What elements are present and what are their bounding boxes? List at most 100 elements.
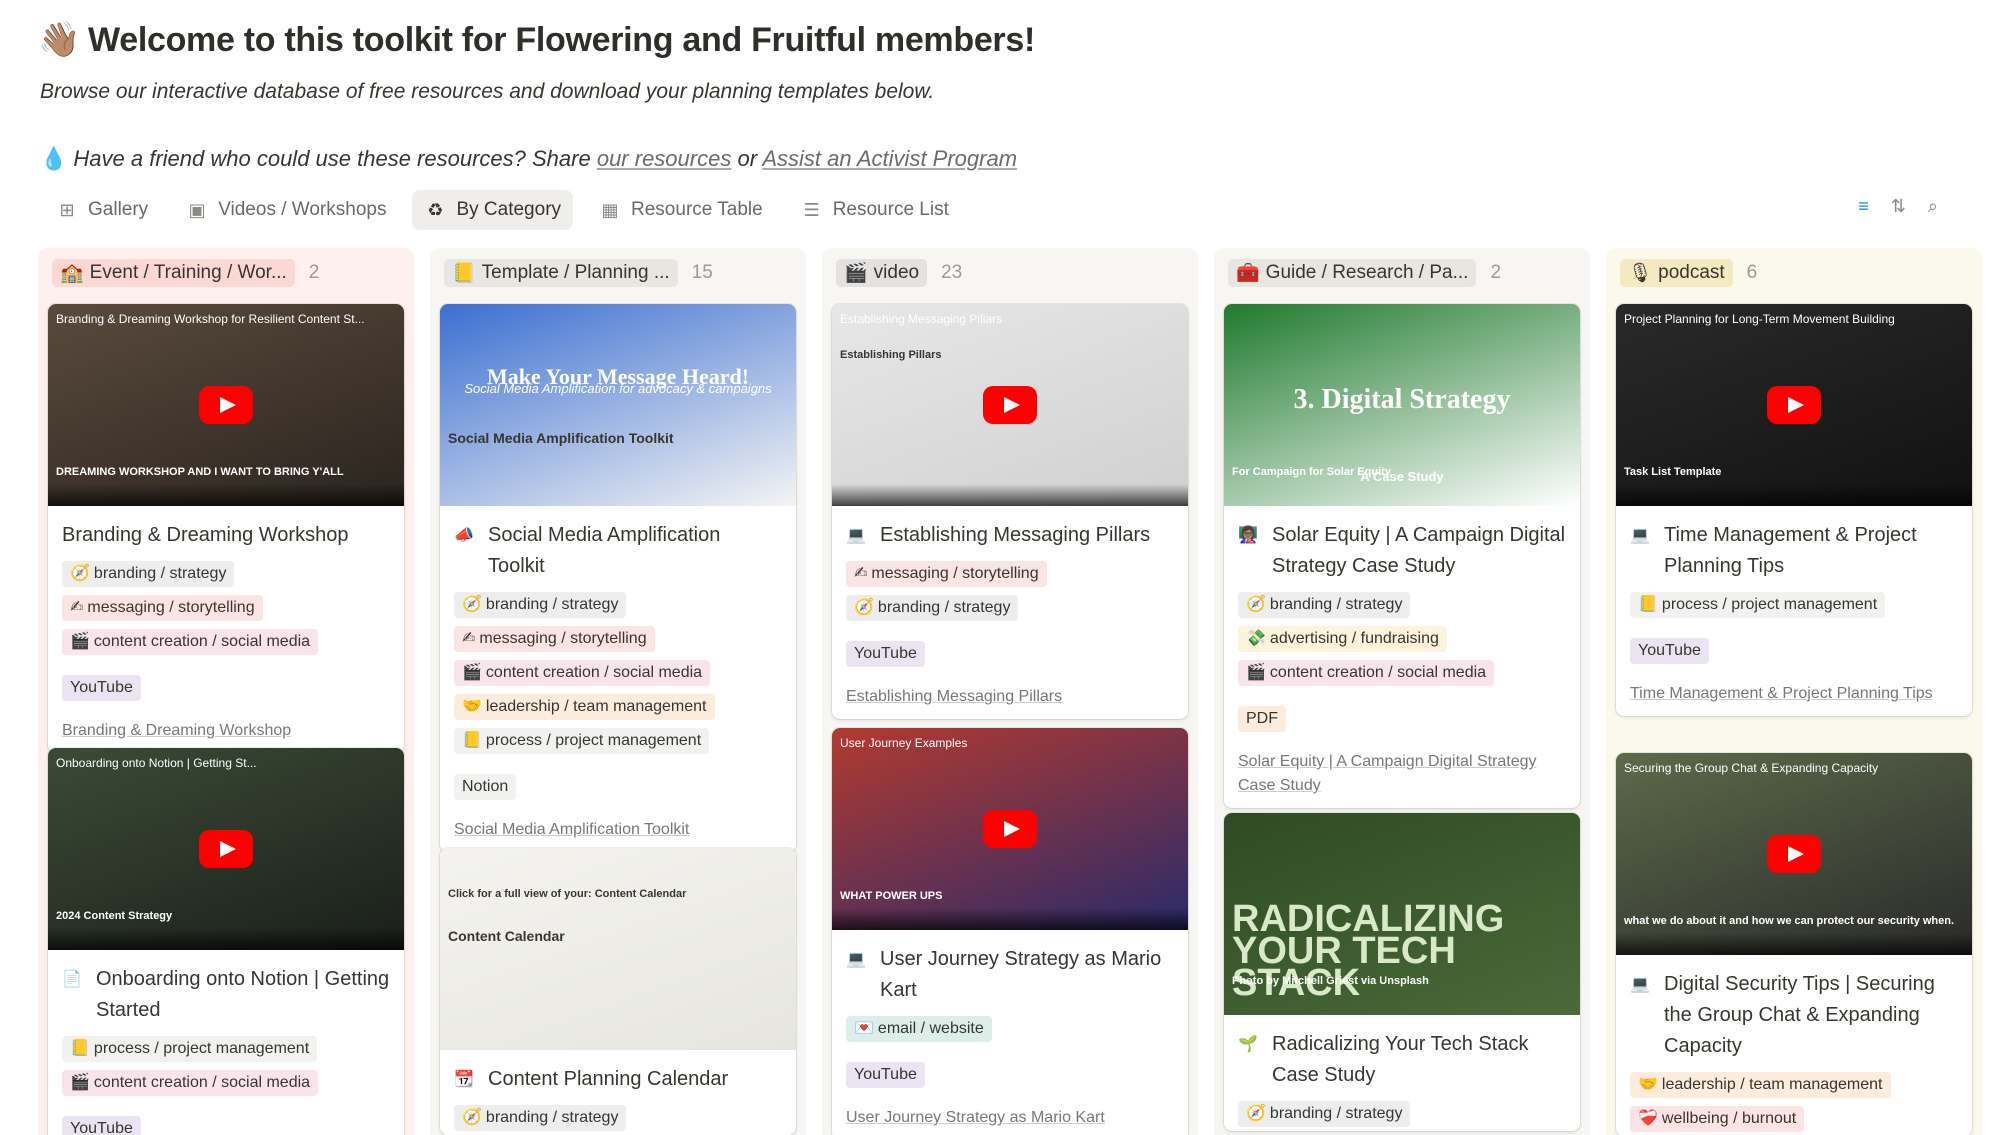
thumbnail-caption: DREAMING WORKSHOP AND I WANT TO BRING Y'…: [56, 466, 344, 478]
category-tag: 📒 process / project management: [454, 728, 710, 754]
tab-by-category[interactable]: ♻ By Category: [412, 190, 574, 230]
play-button-icon[interactable]: [199, 386, 253, 424]
share-mid: or: [731, 146, 763, 171]
thumbnail-subtitle: Social Media Amplification for advocacy …: [464, 381, 772, 396]
tab-resource-table[interactable]: ▦ Resource Table: [587, 190, 775, 230]
thumbnail-title: User Journey Examples: [840, 736, 968, 750]
card-link-text[interactable]: Establishing Messaging Pillars: [832, 671, 1188, 719]
card-tags: ✍ messaging / storytelling 🧭 branding / str…: [832, 557, 1188, 671]
tag-label: messaging / storytelling: [871, 565, 1039, 582]
category-tag: ✍ messaging / storytelling: [62, 595, 263, 621]
column-header[interactable]: 🎬 video 23: [822, 248, 1198, 298]
tag-label: branding / strategy: [485, 1109, 619, 1126]
wave-icon: 👋🏽: [38, 21, 81, 59]
video-controls: [1616, 933, 1972, 955]
resource-card[interactable]: Securing the Group Chat & Expanding Capa…: [1616, 753, 1972, 1135]
column-label-text: Guide / Research / Pa...: [1265, 262, 1469, 283]
card-title[interactable]: 💻 Time Management & Project Planning Tips: [1616, 506, 1972, 588]
card-title[interactable]: 🌱 Radicalizing Your Tech Stack Case Study: [1224, 1015, 1580, 1097]
resource-card[interactable]: RADICALIZING YOUR TECH STACK Photo by Mit…: [1224, 813, 1580, 1131]
thumbnail-subtitle: A Case Study: [1360, 469, 1444, 484]
card-link-text[interactable]: Time Management & Project Planning Tips: [1616, 668, 1972, 716]
page-title-text: Welcome to this toolkit for Flowering an…: [88, 20, 1035, 59]
sort-icon[interactable]: ⇅: [1891, 196, 1906, 217]
droplet-icon: 💧: [40, 146, 68, 171]
play-button-icon[interactable]: [1767, 386, 1821, 424]
play-button-icon[interactable]: [983, 386, 1037, 424]
card-thumbnail: Establishing Messaging Pillars Establishi…: [832, 304, 1188, 506]
card-link-text[interactable]: Social Media Amplification Toolkit: [440, 804, 796, 852]
card-title-text: Radicalizing Your Tech Stack Case Study: [1272, 1033, 1529, 1086]
resource-card[interactable]: Branding & Dreaming Workshop for Resilie…: [48, 304, 404, 753]
resource-card[interactable]: Establishing Messaging Pillars Establishi…: [832, 304, 1188, 719]
resource-card[interactable]: Content Calendar Click for a full view of…: [440, 848, 796, 1135]
tag-icon: 🎬: [70, 633, 90, 650]
column-header[interactable]: 🎙 podcast 6: [1606, 248, 1982, 298]
card-title[interactable]: 💻 User Journey Strategy as Mario Kart: [832, 930, 1188, 1012]
play-button-icon[interactable]: [983, 810, 1037, 848]
card-link-text[interactable]: Solar Equity | A Campaign Digital Strate…: [1224, 736, 1580, 808]
card-title[interactable]: 📄 Onboarding onto Notion | Getting Starte…: [48, 950, 404, 1032]
card-title[interactable]: Branding & Dreaming Workshop: [48, 506, 404, 557]
category-tag: ✍ messaging / storytelling: [846, 561, 1047, 587]
card-link-text[interactable]: User Journey Strategy as Mario Kart: [832, 1092, 1188, 1135]
resource-type-tag: YouTube: [846, 1062, 925, 1088]
our-resources-link[interactable]: our resources: [597, 146, 732, 171]
thumbnail-caption: what we do about it and how we can prote…: [1624, 915, 1955, 927]
page-icon: 📄: [62, 971, 82, 988]
category-tag: 🎬 content creation / social media: [62, 1070, 319, 1096]
page-icon: 💻: [1630, 527, 1650, 544]
card-tags: 🧭 branding / strategy ✍ messaging / storyte…: [440, 588, 796, 804]
resource-card[interactable]: Project Planning for Long-Term Movement …: [1616, 304, 1972, 716]
tag-icon: 🧭: [854, 599, 874, 616]
tag-label: branding / strategy: [1269, 1105, 1403, 1122]
card-link-text[interactable]: Branding & Dreaming Workshop: [48, 705, 404, 753]
column-header[interactable]: 🧰 Guide / Research / Pa... 2: [1214, 248, 1590, 298]
board-column: 🏫 Event / Training / Wor... 2 Branding & Dr…: [38, 248, 414, 1135]
share-prefix: Have a friend who could use these resour…: [73, 146, 597, 171]
play-button-icon[interactable]: [199, 830, 253, 868]
assist-activist-link[interactable]: Assist an Activist Program: [762, 146, 1017, 171]
thumbnail-caption: Click for a full view of your: Content C…: [448, 888, 687, 900]
column-header[interactable]: 📒 Template / Planning ... 15: [430, 248, 806, 298]
tab-videos-workshops[interactable]: ▣ Videos / Workshops: [174, 190, 398, 230]
page-icon: 👩🏽‍🏫: [1238, 527, 1258, 544]
tag-icon: ❤️‍🩹: [1638, 1110, 1658, 1127]
resource-card[interactable]: Make Your Message Heard! Social Media Amp…: [440, 304, 796, 852]
resource-card[interactable]: Onboarding onto Notion | Getting St... 20…: [48, 748, 404, 1135]
resource-card[interactable]: User Journey Examples WHAT POWER UPS 💻 User…: [832, 728, 1188, 1135]
category-tag: 🧭 branding / strategy: [454, 592, 627, 618]
board-column: 📒 Template / Planning ... 15 Make Your Mess…: [430, 248, 806, 1135]
column-label: 🎬 video: [836, 259, 928, 287]
resource-card[interactable]: 3. Digital Strategy For Campaign for Sola…: [1224, 304, 1580, 808]
play-button-icon[interactable]: [1767, 835, 1821, 873]
recycle-icon: ♻: [427, 199, 444, 220]
tab-gallery[interactable]: ⊞ Gallery: [44, 190, 160, 230]
card-title[interactable]: 💻 Digital Security Tips | Securing the Gr…: [1616, 955, 1972, 1068]
card-thumbnail: Content Calendar Click for a full view of…: [440, 848, 796, 1050]
column-count: 2: [1490, 262, 1502, 283]
column-label-text: Event / Training / Wor...: [89, 262, 287, 283]
thumbnail-title: Branding & Dreaming Workshop for Resilie…: [56, 312, 365, 326]
tab-resource-list[interactable]: ☰ Resource List: [789, 190, 961, 230]
tag-label: leadership / team management: [1661, 1076, 1883, 1093]
search-icon[interactable]: ⌕: [1928, 196, 1938, 217]
filter-icon[interactable]: ≡: [1858, 196, 1869, 217]
page-icon: 💻: [1630, 976, 1650, 993]
tag-label: content creation / social media: [93, 1074, 311, 1091]
tag-icon: 📒: [1638, 596, 1658, 613]
tag-label: branding / strategy: [877, 599, 1011, 616]
page-icon: 💻: [846, 951, 866, 968]
tag-label: branding / strategy: [485, 596, 619, 613]
board-column: 🧰 Guide / Research / Pa... 2 3. Digital Str…: [1214, 248, 1590, 1135]
thumbnail-caption: Establishing Pillars: [840, 349, 942, 361]
category-tag: 🧭 branding / strategy: [62, 561, 235, 587]
tag-label: process / project management: [93, 1040, 310, 1057]
card-title[interactable]: 📆 Content Planning Calendar: [440, 1050, 796, 1101]
column-header[interactable]: 🏫 Event / Training / Wor... 2: [38, 248, 414, 298]
resource-type-tag: YouTube: [62, 1116, 141, 1135]
card-title[interactable]: 📣 Social Media Amplification Toolkit: [440, 506, 796, 588]
tag-icon: 📒: [70, 1040, 90, 1057]
card-title[interactable]: 👩🏽‍🏫 Solar Equity | A Campaign Digital St…: [1224, 506, 1580, 588]
card-title[interactable]: 💻 Establishing Messaging Pillars: [832, 506, 1188, 557]
